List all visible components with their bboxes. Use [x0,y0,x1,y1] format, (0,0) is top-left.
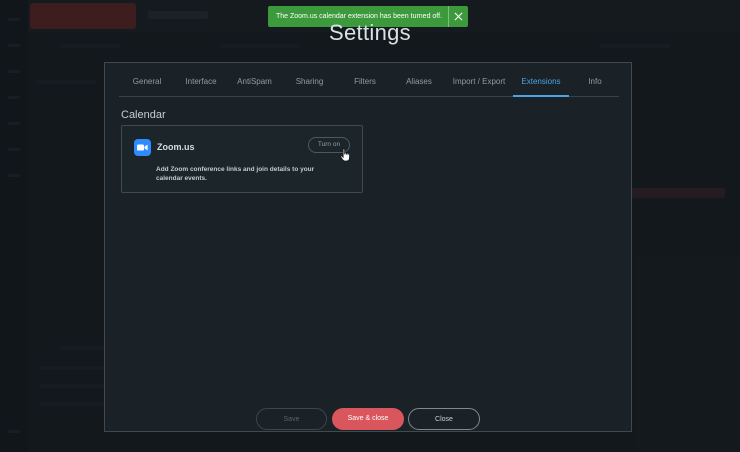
toast-message: The Zoom.us calendar extension has been … [275,13,443,20]
tab-aliases[interactable]: Aliases [393,71,445,96]
tab-import-export[interactable]: Import / Export [445,71,513,96]
section-title-calendar: Calendar [121,109,166,121]
hand-cursor-icon [340,148,350,162]
extension-name: Zoom.us [157,142,195,152]
zoom-video-icon [134,139,151,156]
settings-title: Settings [329,20,411,45]
tab-antispam[interactable]: AntiSpam [227,71,282,96]
close-button[interactable]: Close [408,408,480,430]
tab-general[interactable]: General [119,71,175,96]
extension-card-zoom: Zoom.us Turn on Add Zoom conference link… [121,125,363,193]
save-button[interactable]: Save [256,408,327,430]
settings-panel: General Interface AntiSpam Sharing Filte… [104,62,632,432]
tab-interface[interactable]: Interface [175,71,227,96]
extension-description: Add Zoom conference links and join detai… [156,166,315,182]
save-and-close-button[interactable]: Save & close [332,408,404,430]
tab-filters[interactable]: Filters [337,71,393,96]
tab-extensions[interactable]: Extensions [513,71,569,97]
tab-sharing[interactable]: Sharing [282,71,337,96]
settings-tabs: General Interface AntiSpam Sharing Filte… [119,71,619,97]
tab-info[interactable]: Info [569,71,621,96]
